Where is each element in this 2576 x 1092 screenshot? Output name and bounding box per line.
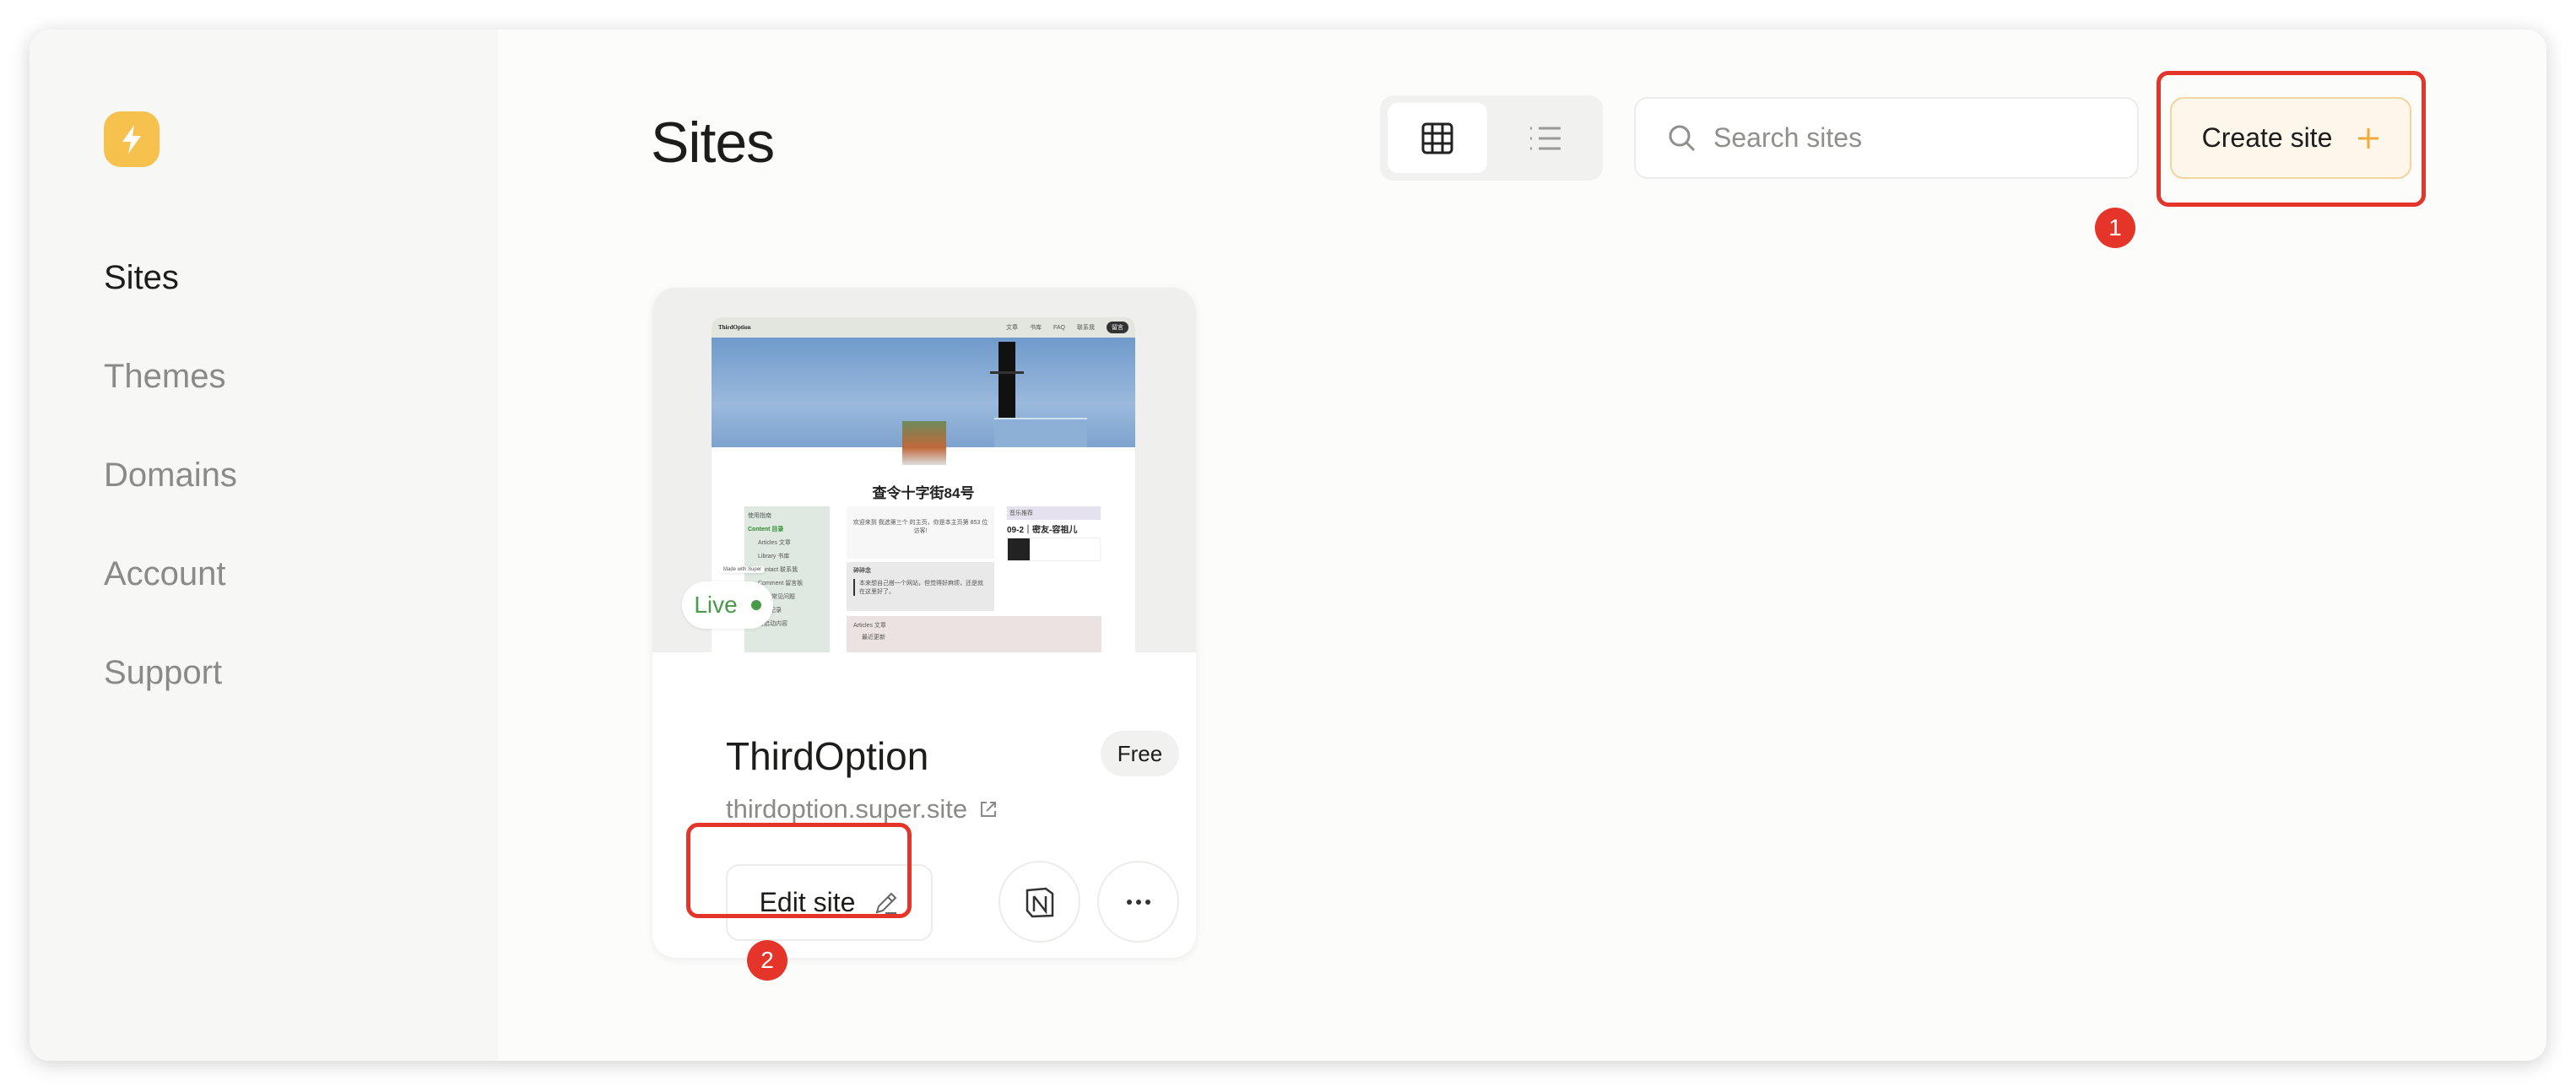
search-placeholder: Search sites [1713, 122, 1863, 153]
grid-icon [1421, 122, 1453, 154]
preview-toc-item: Comment 留言板 [758, 581, 804, 587]
sidebar-item-domains[interactable]: Domains [104, 457, 237, 495]
site-preview-screenshot: ThirdOption 文章 书库 FAQ 联系我 留言 查令十字街84号 使用… [712, 317, 1135, 652]
preview-nav-item: 文章 [1005, 325, 1018, 331]
sidebar: Sites Themes Domains Account Support [30, 30, 498, 1061]
preview-welcome: 欢迎来到 我选第三个 的主页，你是本主页第 853 位访客! [847, 506, 994, 559]
preview-nav-item: 联系我 [1077, 325, 1095, 331]
sidebar-item-account[interactable]: Account [104, 555, 226, 593]
status-dot-icon [750, 600, 761, 610]
list-view-button[interactable] [1496, 103, 1595, 173]
bolt-icon[interactable] [104, 111, 160, 167]
preview-toc-item: Articles 文章 [758, 540, 791, 546]
preview-nav-item: 书库 [1029, 325, 1042, 331]
preview-toc-item: 待启动内容 [758, 621, 787, 627]
preview-articles-sort: 最近更新 [862, 635, 885, 641]
annotation-badge-1: 1 [2095, 208, 2135, 248]
notion-icon [1026, 887, 1053, 917]
preview-song: 09-2｜密友-容祖儿 [1007, 526, 1078, 535]
preview-made-with-badge: Made with Super [720, 566, 766, 573]
more-icon [1126, 899, 1150, 905]
preview-quote-title: 碎碎念 [853, 568, 871, 574]
preview-nav: ThirdOption 文章 书库 FAQ 联系我 留言 [712, 317, 1135, 338]
preview-toc: 使用指南 Content 目录 Articles 文章 Library 书库 C… [744, 506, 830, 652]
preview-brand: ThirdOption [718, 324, 751, 331]
status-badge: Live [682, 581, 773, 629]
preview-quote-box: 碎碎念 本来想自己搭一个网站，但觉得好麻烦，还是就在这里好了。 [847, 562, 994, 611]
app-window: Sites Themes Domains Account Support Sit… [30, 30, 2546, 1061]
list-icon [1530, 127, 1561, 149]
annotation-box-2 [686, 823, 912, 918]
site-name[interactable]: ThirdOption [726, 733, 928, 779]
sidebar-item-sites[interactable]: Sites [104, 259, 179, 297]
preview-music: 音乐推荐 09-2｜密友-容祖儿 [1007, 506, 1101, 561]
preview-nav-item: 留言 [1107, 322, 1128, 333]
preview-nav-item: FAQ [1053, 324, 1065, 331]
preview-avatar [902, 421, 946, 465]
preview-toc-item: Contact 联系我 [758, 567, 798, 573]
preview-quote: 本来想自己搭一个网站，但觉得好麻烦，还是就在这里好了。 [853, 579, 988, 596]
sidebar-item-support[interactable]: Support [104, 654, 222, 692]
site-preview[interactable]: ThirdOption 文章 书库 FAQ 联系我 留言 查令十字街84号 使用… [652, 288, 1196, 652]
preview-music-title: 音乐推荐 [1007, 506, 1101, 520]
annotation-badge-2: 2 [747, 940, 787, 981]
preview-heading: 查令十字街84号 [872, 485, 975, 501]
site-url-link[interactable]: thirdoption.super.site [726, 794, 998, 824]
grid-view-button[interactable] [1388, 103, 1487, 173]
external-link-icon [981, 802, 997, 817]
view-toggle [1380, 95, 1603, 181]
more-options-button[interactable] [1097, 861, 1179, 943]
preview-articles: Articles 文章 最近更新 [847, 616, 1101, 652]
status-label: Live [694, 592, 738, 618]
preview-toc-heading: Content 目录 [748, 527, 784, 532]
search-icon [1669, 125, 1696, 151]
search-input[interactable]: Search sites [1634, 97, 2139, 179]
site-url: thirdoption.super.site [726, 794, 968, 824]
notion-button[interactable] [998, 861, 1080, 943]
plan-badge: Free [1101, 731, 1179, 776]
preview-toc-title: 使用指南 [748, 513, 771, 519]
preview-articles-title: Articles 文章 [853, 623, 886, 629]
page-title: Sites [651, 111, 775, 175]
preview-toc-item: Library 书库 [758, 554, 790, 560]
annotation-box-1 [2157, 71, 2426, 207]
sidebar-item-themes[interactable]: Themes [104, 358, 226, 396]
